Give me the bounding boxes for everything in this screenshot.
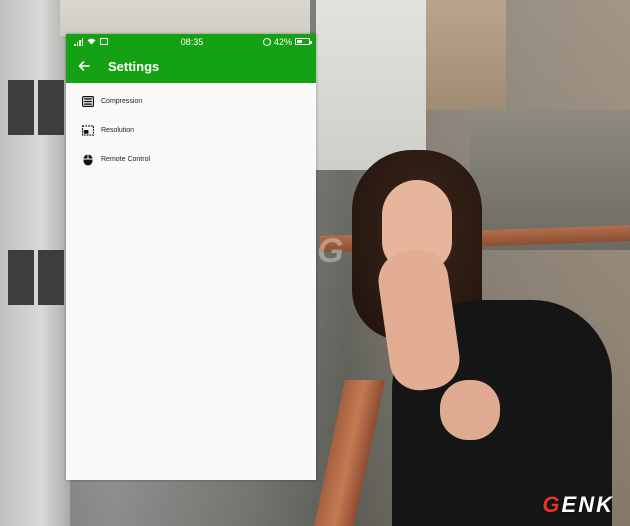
app-bar: Settings: [66, 49, 316, 83]
compress-icon: [82, 96, 94, 108]
battery-icon: [295, 38, 312, 45]
battery-fill: [297, 40, 302, 43]
alarm-icon: [262, 37, 271, 46]
status-time: 08:35: [180, 36, 204, 47]
resolution-icon: [82, 125, 94, 137]
status-bar: 08:35 42%: [66, 34, 316, 49]
settings-item-label: Remote Control: [101, 156, 151, 163]
window: [8, 250, 34, 305]
arrow-left-icon[interactable]: [76, 58, 92, 74]
window: [8, 80, 34, 135]
genk-logo: GENK: [542, 492, 614, 517]
woman-hand: [440, 380, 500, 440]
status-right: 42%: [240, 36, 312, 47]
battery-percent: 42%: [273, 36, 292, 47]
building-left: [0, 0, 70, 526]
building-right: [316, 0, 426, 170]
mouse-icon: [82, 154, 94, 166]
settings-item-compression[interactable]: Compression: [66, 87, 316, 116]
status-left: [74, 37, 144, 46]
image-notification-icon: [100, 38, 108, 45]
window: [38, 250, 64, 305]
window: [38, 80, 64, 135]
page-title: Settings: [108, 58, 160, 74]
railing-post: [310, 380, 386, 526]
settings-item-label: Compression: [101, 98, 143, 105]
phone-screen: 08:35 42% Settings Compression Resolutio…: [66, 34, 316, 480]
settings-list: Compression Resolution Remote Control: [66, 83, 316, 174]
settings-item-remote-control[interactable]: Remote Control: [66, 145, 316, 174]
settings-item-label: Resolution: [101, 127, 135, 134]
building-right-brown: [426, 0, 506, 110]
building-top: [60, 0, 310, 36]
settings-item-resolution[interactable]: Resolution: [66, 116, 316, 145]
wifi-icon: [87, 38, 96, 45]
signal-icon: [74, 37, 83, 46]
